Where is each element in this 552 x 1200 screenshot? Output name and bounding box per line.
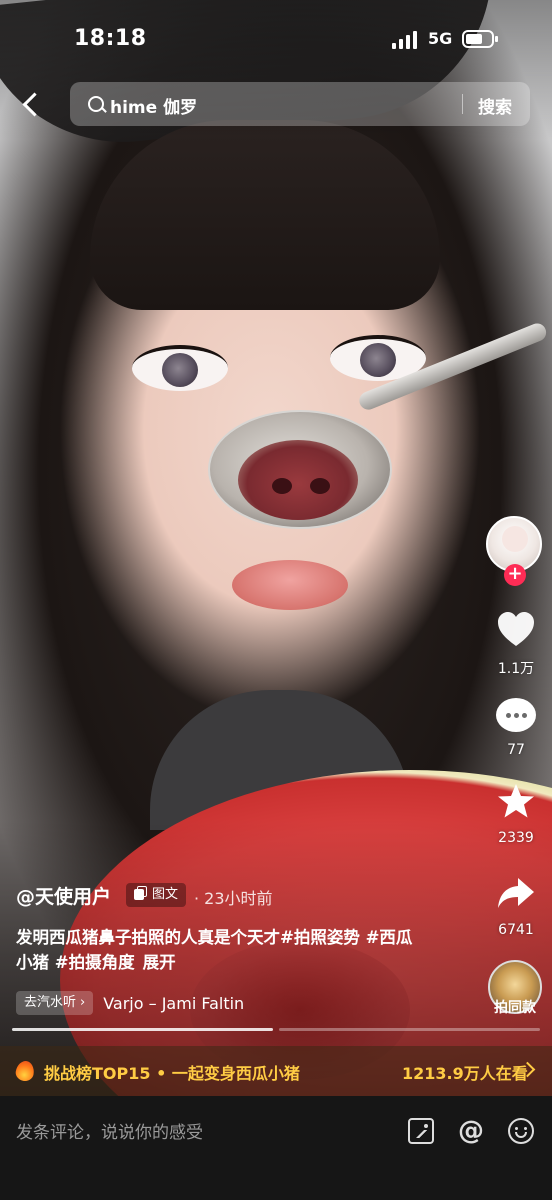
challenge-bar[interactable]: 挑战榜TOP15 • 一起变身西瓜小猪 1213.9万人在看 [0,1046,552,1096]
post-caption[interactable]: 发明西瓜猪鼻子拍照的人真是个天才#拍照姿势 #西瓜小猪 #拍摄角度 展开 [16,925,426,975]
photo-nostril [272,478,292,494]
like-button[interactable]: 1.1万 [486,610,546,678]
search-input[interactable]: hime 伽罗 [110,93,197,118]
like-count: 1.1万 [497,661,535,677]
progress-segment [12,1028,273,1031]
search-icon [88,96,104,112]
comment-bar: 发条评论，说说你的感受 @ [0,1096,552,1200]
signal-icon [392,31,420,49]
comment-count: 77 [507,742,525,758]
fire-icon [14,1059,36,1083]
post-type-badge: 图文 [126,883,187,907]
at-icon[interactable]: @ [458,1118,484,1144]
chevron-right-icon: › [80,995,86,1010]
comment-button[interactable]: 77 [486,698,546,758]
emoji-icon[interactable] [508,1118,534,1144]
caption-text: 发明西瓜猪鼻子拍照的人真是个天才#拍照姿势 #西瓜小猪 #拍摄角度 [16,928,413,972]
progress-segment [279,1028,540,1031]
comment-icon [496,698,536,736]
listen-chip-label: 去汽水听 [24,995,77,1010]
post-type-label: 图文 [152,887,179,902]
comment-input[interactable]: 发条评论，说说你的感受 [16,1118,203,1143]
photo-watermelon-nose [238,440,358,520]
author-name[interactable]: @天使用户 [16,882,111,909]
share-icon [498,878,534,908]
same-template-label[interactable]: 拍同款 [480,997,550,1017]
gallery-icon [134,886,147,900]
challenge-text: 挑战榜TOP15 • 一起变身西瓜小猪 [44,1064,300,1083]
photo-nostril [310,478,330,494]
heart-icon [498,612,534,646]
back-icon[interactable] [14,84,50,124]
share-button[interactable]: 6741 [486,874,546,938]
favorite-count: 2339 [498,830,534,846]
image-progress [12,1028,540,1032]
image-icon[interactable] [408,1118,434,1144]
search-bar[interactable]: hime 伽罗 搜索 [70,82,530,126]
follow-button[interactable]: + [504,564,526,586]
music-title[interactable]: Varjo – Jami Faltin [103,994,244,1013]
search-button[interactable]: 搜索 [478,93,512,118]
music-row[interactable]: 去汽水听 › Varjo – Jami Faltin [16,990,244,1016]
photo-hair-bangs [90,120,440,310]
battery-icon [462,30,498,48]
status-bar: 18:18 5G [0,0,552,80]
photo-left-eye [132,345,228,391]
photo-lips [232,560,348,610]
expand-button[interactable]: 展开 [143,953,176,972]
share-count: 6741 [498,922,534,938]
network-label: 5G [428,29,453,48]
star-icon [498,784,534,818]
status-time: 18:18 [74,26,147,51]
favorite-button[interactable]: 2339 [486,782,546,846]
listen-chip[interactable]: 去汽水听 › [16,991,94,1015]
post-time: · 23小时前 [194,889,273,908]
search-divider [462,94,463,114]
challenge-viewers: 1213.9万人在看 [402,1064,528,1083]
